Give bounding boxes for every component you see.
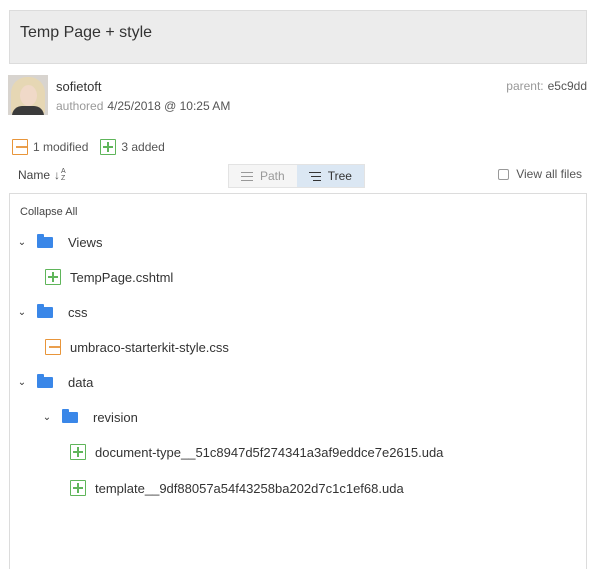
- view-all-files-label: View all files: [516, 167, 582, 181]
- tree-file-template[interactable]: template__9df88057a54f43258ba202d7c1c1ef…: [70, 478, 404, 498]
- folder-label: revision: [93, 409, 138, 425]
- tree-file-style-css[interactable]: umbraco-starterkit-style.css: [45, 337, 229, 357]
- change-summary: 1 modified 3 added: [12, 138, 177, 156]
- chevron-down-icon[interactable]: ⌄: [17, 237, 27, 248]
- file-label: umbraco-starterkit-style.css: [70, 339, 229, 355]
- commit-message: Temp Page + style: [9, 10, 587, 64]
- file-label: document-type__51c8947d5f274341a3af9eddc…: [95, 444, 444, 460]
- view-all-files-toggle[interactable]: View all files: [498, 167, 582, 181]
- tree-view-label: Tree: [327, 169, 352, 183]
- collapse-all-button[interactable]: Collapse All: [20, 206, 77, 218]
- folder-icon: [37, 233, 53, 248]
- file-label: TempPage.cshtml: [70, 269, 174, 285]
- added-icon: [100, 139, 117, 155]
- folder-label: css: [68, 304, 88, 320]
- chevron-down-icon[interactable]: ⌄: [17, 307, 27, 318]
- file-added-icon: [70, 444, 86, 460]
- modified-count: 1 modified: [33, 140, 89, 154]
- tree-file-temppage[interactable]: TempPage.cshtml: [45, 267, 173, 287]
- path-view-button[interactable]: Path: [229, 165, 297, 187]
- tree-file-document-type[interactable]: document-type__51c8947d5f274341a3af9eddc…: [70, 442, 443, 462]
- folder-label: data: [68, 374, 94, 390]
- added-count: 3 added: [121, 140, 165, 154]
- parent-hash[interactable]: e5c9dd: [548, 79, 587, 93]
- parent-label: parent:: [506, 79, 544, 93]
- folder-icon: [37, 373, 53, 388]
- chevron-down-icon[interactable]: ⌄: [42, 412, 52, 423]
- file-modified-icon: [45, 339, 61, 355]
- view-all-files-checkbox[interactable]: [498, 168, 510, 180]
- author-avatar: [8, 75, 48, 115]
- authored-date: 4/25/2018 @ 10:25 AM: [107, 99, 231, 113]
- tree-icon: [308, 170, 321, 182]
- added-summary: 3 added: [100, 139, 165, 155]
- folder-label: Views: [68, 234, 103, 250]
- name-sort-label: Name: [18, 168, 51, 182]
- list-icon: [241, 170, 253, 182]
- chevron-down-icon[interactable]: ⌄: [17, 377, 27, 388]
- author-name[interactable]: sofietoft: [56, 79, 102, 94]
- modified-summary: 1 modified: [12, 139, 88, 155]
- tree-folder-data[interactable]: ⌄ data: [17, 372, 93, 392]
- authored-line: authored 4/25/2018 @ 10:25 AM: [56, 99, 230, 113]
- tree-view-button[interactable]: Tree: [296, 165, 364, 187]
- tree-folder-css[interactable]: ⌄ css: [17, 302, 88, 322]
- file-label: template__9df88057a54f43258ba202d7c1c1ef…: [95, 480, 404, 496]
- modified-icon: [12, 139, 28, 155]
- file-tree-panel: Collapse All ⌄ Views TempPage.cshtml ⌄ c…: [9, 193, 587, 569]
- tree-folder-views[interactable]: ⌄ Views: [17, 232, 102, 252]
- authored-label: authored: [56, 99, 104, 113]
- path-view-label: Path: [260, 169, 285, 183]
- folder-icon: [62, 408, 78, 423]
- file-added-icon: [70, 480, 86, 496]
- file-added-icon: [45, 269, 61, 285]
- parent-line: parent: e5c9dd: [506, 79, 587, 93]
- folder-icon: [37, 303, 53, 318]
- name-sort-button[interactable]: Name ↓ A Z: [18, 168, 66, 182]
- view-mode-toggle: Path Tree: [228, 164, 365, 188]
- tree-folder-revision[interactable]: ⌄ revision: [42, 407, 138, 427]
- sort-az-icon: ↓ A Z: [54, 167, 66, 182]
